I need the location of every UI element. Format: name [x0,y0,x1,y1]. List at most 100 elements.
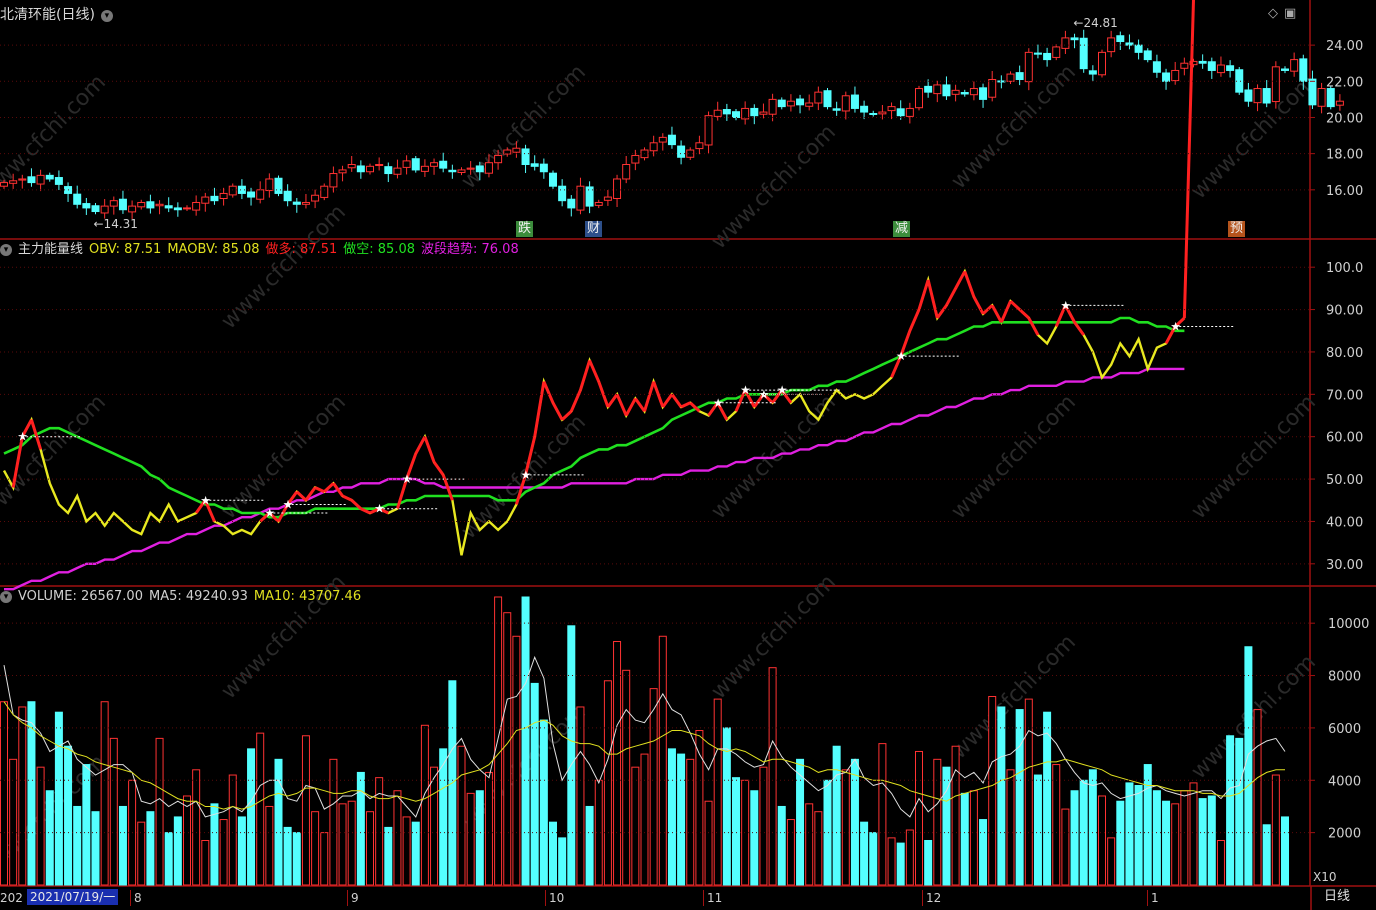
chart-canvas[interactable]: www.cfchi.com www.cfchi.com www.cfchi.com w… [0,0,1376,910]
long-segment [945,287,957,307]
candle-body [1143,50,1152,61]
candle-body [338,169,347,174]
volume-bar [878,743,887,886]
candle-body [1134,44,1143,53]
volume-bar [1216,839,1225,886]
date-prefix: 202 [0,891,23,905]
event-tag[interactable]: 减 [893,221,911,237]
long-segment [972,296,985,315]
low-price-label: ←14.31 [94,217,138,231]
volume-bar [329,758,338,886]
stock-title[interactable]: 北清环能(日线) [0,7,95,23]
candle-body [1162,72,1171,82]
long-segment [1182,0,1195,319]
volume-bar [896,842,905,886]
long-segment [680,401,691,409]
candle-body [1180,62,1189,69]
candle-body [265,178,274,192]
volume-bar [1235,737,1244,886]
restore-icon[interactable]: ▣ [1284,6,1296,21]
volume-bar [924,839,933,886]
star-icon: ★ [264,506,275,520]
long-segment [579,359,592,391]
event-tag[interactable]: 预 [1228,221,1246,237]
candle-body [896,108,905,117]
candle-body [933,84,942,95]
candle-body [631,154,640,164]
long-segment [295,490,307,502]
long-segment [917,279,930,311]
indicator-header: ▾ 主力能量线 OBV: 87.51 MAOBV: 85.08 做多: 87.51 做空:… [0,242,531,258]
volume-bar [786,819,795,886]
volume-bar [713,698,722,886]
candle-body [375,164,384,167]
volume-bar [567,625,576,886]
volume-bar [1070,790,1079,886]
volume-bar [54,711,63,886]
indicator-tick-label: 60.00 [1326,431,1363,446]
watermark-text: www.cfchi.com [0,390,111,524]
volume-bar [521,596,530,886]
indicator-value: OBV: 87.51 [89,242,162,257]
period-daily-button[interactable]: 日线 [1324,889,1350,905]
volume-bar [256,732,265,886]
volume-bar [512,635,521,886]
candle-body [411,158,420,171]
watermark-text: www.cfchi.com [947,390,1081,524]
candle-body [732,111,740,118]
candle-body [786,100,795,107]
volume-bar [402,816,411,886]
chevron-down-icon[interactable]: ▾ [100,9,113,22]
candle-body [549,172,557,187]
candle-body [1024,51,1033,83]
candle-body [210,195,219,202]
candle-body [109,200,118,207]
indicator-values: OBV: 87.51 MAOBV: 85.08 做多: 87.51 做空: 85.08… [89,242,525,257]
star-icon: ★ [740,383,751,397]
volume-bar [201,839,210,886]
price-tick-label: 22.00 [1326,75,1363,90]
volume-bar [503,612,512,886]
long-segment [533,381,546,437]
indicator-tick-label: 90.00 [1326,304,1363,319]
volume-tick-label: 6000 [1328,722,1361,737]
candle-body [750,107,759,117]
indicator-name[interactable]: 主力能量线 [18,242,83,257]
event-tag[interactable]: 财 [585,221,603,237]
price-tick-label: 18.00 [1326,148,1363,163]
volume-bar [1281,816,1289,886]
volume-bar [622,669,631,886]
candle-body [1216,64,1225,74]
volume-bar [539,719,548,886]
volume-bar [1262,824,1271,886]
volume-bar [997,706,1006,886]
volume-bar [814,811,823,886]
diamond-icon[interactable]: ◇ [1268,6,1278,21]
candle-body [256,189,265,200]
volume-bar [1162,800,1171,886]
volume-bar [320,832,329,886]
chevron-down-icon[interactable]: ▾ [0,590,12,603]
watermark-text: www.cfchi.com [707,120,841,254]
volume-bar [1253,709,1262,886]
volume-bar [45,790,54,886]
candle-body [558,185,567,202]
chevron-down-icon[interactable]: ▾ [0,243,12,256]
candle-body [951,89,960,95]
indicator-value: VOLUME: 26567.00 [18,589,143,604]
candle-body [283,190,292,202]
volume-bar [347,800,356,886]
volume-bar [164,832,173,886]
volume-bar [457,745,466,886]
candle-body [1198,60,1207,64]
volume-bar [1198,798,1207,886]
event-tag[interactable]: 跌 [516,221,534,237]
candle-body [466,167,475,170]
candle-body [924,85,933,93]
candle-body [45,174,54,180]
candle-body [677,145,686,158]
long-segment [999,300,1012,323]
candle-body [942,84,951,97]
maobv-line [3,316,1185,519]
candle-body [329,173,338,188]
